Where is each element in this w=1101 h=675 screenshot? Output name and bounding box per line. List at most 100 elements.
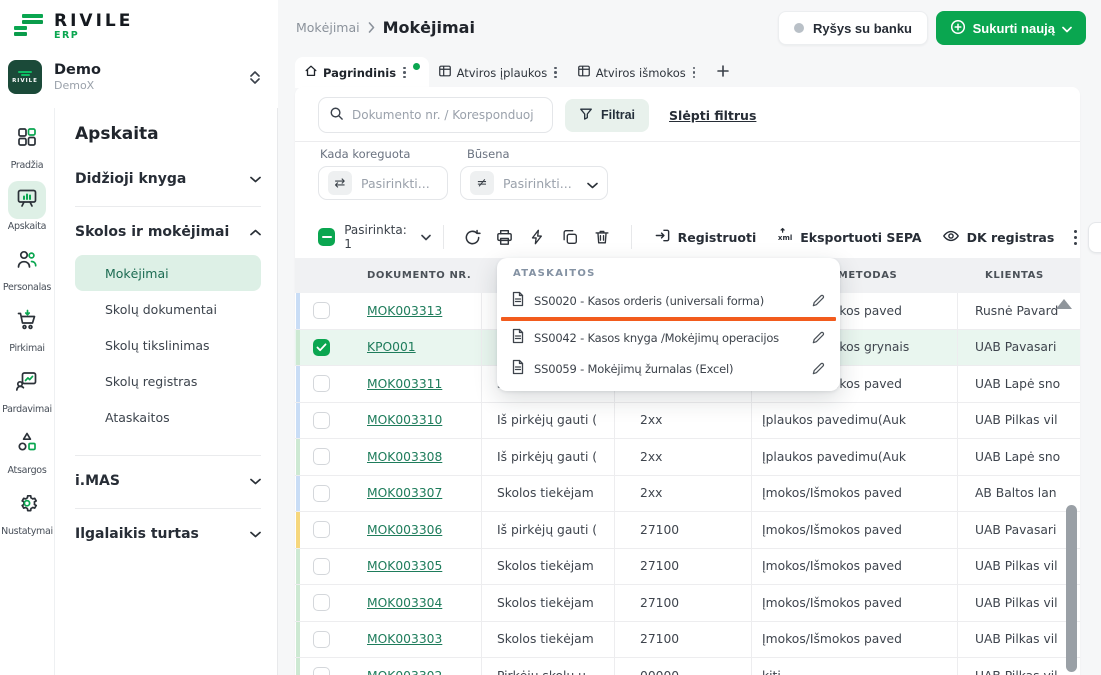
- delete-button[interactable]: [586, 222, 619, 252]
- tab-menu-icon[interactable]: [691, 67, 698, 79]
- edit-pencil-icon[interactable]: [811, 361, 826, 376]
- sidebar-group-ilgalaikis-turtas[interactable]: Ilgalaikis turtas: [75, 523, 261, 545]
- workspace-name: Demo: [54, 62, 250, 78]
- sidebar-item-ataskaitos[interactable]: Ataskaitos: [75, 399, 261, 435]
- method-cell: kiti: [752, 658, 958, 675]
- row-checkbox[interactable]: [313, 302, 330, 319]
- row-checkbox[interactable]: [313, 667, 330, 675]
- operation-cell: Skolos tiekėjam: [482, 622, 615, 658]
- row-checkbox[interactable]: [313, 448, 330, 465]
- document-link[interactable]: KPO001: [367, 340, 416, 354]
- operation-cell: Skolos tiekėjam: [482, 549, 615, 585]
- row-checkbox[interactable]: [313, 631, 330, 648]
- print-button[interactable]: [489, 222, 522, 252]
- filters-button[interactable]: Filtrai: [565, 99, 649, 132]
- reports-menu-title: ATASKAITOS: [497, 258, 840, 285]
- workspace-switch-icon: [250, 71, 260, 84]
- document-link[interactable]: MOK003305: [367, 559, 442, 573]
- sidebar-group-skolos[interactable]: Skolos ir mokėjimai: [75, 221, 261, 243]
- home-icon: [304, 64, 318, 81]
- select-all-checkbox[interactable]: [318, 228, 335, 246]
- document-link[interactable]: MOK003310: [367, 413, 442, 427]
- rail-item-personalas[interactable]: Personalas: [0, 242, 54, 293]
- rail-item-pardavimai[interactable]: Pardavimai: [0, 364, 54, 415]
- dashboard-icon: [15, 125, 39, 153]
- edit-pencil-icon[interactable]: [811, 330, 826, 345]
- dk-registras-button[interactable]: DK registras: [942, 227, 1055, 248]
- create-new-button[interactable]: Sukurti naują: [936, 11, 1086, 45]
- row-checkbox[interactable]: [313, 485, 330, 502]
- plus-icon: [716, 63, 730, 83]
- cart-icon: [15, 308, 39, 336]
- rail-item-pradzia[interactable]: Pradžia: [0, 120, 54, 171]
- sidebar-item-mokejimai[interactable]: Mokėjimai: [75, 255, 261, 291]
- add-tab-button[interactable]: [706, 57, 740, 88]
- row-checkbox[interactable]: [313, 339, 330, 356]
- bank-connection-button[interactable]: Ryšys su banku: [778, 11, 928, 45]
- sidebar-item-skolu-tikslinimas[interactable]: Skolų tikslinimas: [75, 327, 261, 363]
- report-item-ss0059[interactable]: SS0059 - Mokėjimų žurnalas (Excel): [497, 353, 840, 384]
- rail-item-atsargos[interactable]: Atsargos: [0, 425, 54, 476]
- rail-item-pirkimai[interactable]: Pirkimai: [0, 303, 54, 354]
- document-link[interactable]: MOK003304: [367, 596, 442, 610]
- row-checkbox[interactable]: [313, 412, 330, 429]
- tab-pagrindinis[interactable]: Pagrindinis: [295, 57, 429, 88]
- hide-filters-link[interactable]: Slėpti filtrus: [669, 108, 756, 123]
- header-client[interactable]: KLIENTAS: [958, 270, 1080, 281]
- chevron-down-icon[interactable]: [421, 234, 431, 241]
- document-link[interactable]: MOK003311: [367, 377, 442, 391]
- status-filter-select[interactable]: ≠ Pasirinkti...: [460, 166, 608, 200]
- sidebar-item-skolu-dokumentai[interactable]: Skolų dokumentai: [75, 291, 261, 327]
- row-status-stripe: [296, 512, 300, 548]
- active-report-indicator: [501, 317, 836, 321]
- toolbar-more-button[interactable]: [1064, 230, 1087, 245]
- search-input[interactable]: [352, 108, 542, 122]
- scroll-up-arrow[interactable]: [1056, 299, 1072, 309]
- document-link[interactable]: MOK003313: [367, 304, 442, 318]
- edge-overflow-button[interactable]: [1088, 222, 1101, 253]
- sidebar-group-imas[interactable]: i.MAS: [75, 470, 261, 492]
- sidebar-group-didzioji-knyga[interactable]: Didžioji knyga: [75, 168, 261, 190]
- row-status-stripe: [296, 549, 300, 585]
- rail-item-apskaita[interactable]: Apskaita: [0, 181, 54, 232]
- scrollbar-thumb[interactable]: [1066, 505, 1077, 672]
- sidebar-item-skolu-registras[interactable]: Skolų registras: [75, 363, 261, 399]
- table-row: MOK003308 Iš pirkėjų gauti ( 2xx Įplauko…: [295, 439, 1080, 476]
- status-filter-label: Būsena: [467, 147, 510, 161]
- export-sepa-button[interactable]: xml Eksportuoti SEPA: [776, 227, 921, 247]
- document-link[interactable]: MOK003306: [367, 523, 442, 537]
- breadcrumb-parent[interactable]: Mokėjimai: [296, 20, 360, 35]
- tab-atviros-ismokos[interactable]: Atviros išmokos: [568, 57, 707, 88]
- report-item-ss0020[interactable]: SS0020 - Kasos orderis (universali forma…: [497, 285, 840, 316]
- report-item-ss0042[interactable]: SS0042 - Kasos knyga /Mokėjimų operacijo…: [497, 322, 840, 353]
- client-cell: UAB Lapė sno: [958, 366, 1080, 402]
- register-button[interactable]: Registruoti: [654, 227, 757, 247]
- document-link[interactable]: MOK003303: [367, 632, 442, 646]
- tab-menu-icon[interactable]: [552, 67, 559, 79]
- date-filter-select[interactable]: ⇄ Pasirinkti...: [318, 166, 448, 200]
- row-checkbox[interactable]: [313, 375, 330, 392]
- tab-atviros-iplaukos[interactable]: Atviros įplaukos: [429, 57, 568, 88]
- divider: [75, 508, 261, 509]
- workspace-selector[interactable]: RIVILE Demo DemoX: [8, 56, 270, 98]
- tab-menu-icon[interactable]: [401, 67, 408, 79]
- copy-button[interactable]: [554, 222, 587, 252]
- header-document[interactable]: DOKUMENTO NR.: [340, 270, 482, 281]
- lightning-button[interactable]: [521, 222, 554, 252]
- edit-pencil-icon[interactable]: [811, 293, 826, 308]
- divider: [75, 455, 261, 456]
- table-row: MOK003306 Iš pirkėjų gauti ( 27100 Įmoko…: [295, 512, 1080, 549]
- refresh-button[interactable]: [456, 222, 489, 252]
- row-checkbox[interactable]: [313, 521, 330, 538]
- operation-cell: Iš pirkėjų gauti (: [482, 403, 615, 439]
- chevron-down-icon: [250, 478, 261, 485]
- code-cell: 27100: [615, 585, 752, 621]
- table-row: MOK003302 Pirkėjų skolų u 00000 kiti UAB…: [295, 658, 1080, 675]
- row-checkbox[interactable]: [313, 594, 330, 611]
- document-link[interactable]: MOK003302: [367, 669, 442, 675]
- document-link[interactable]: MOK003308: [367, 450, 442, 464]
- document-link[interactable]: MOK003307: [367, 486, 442, 500]
- rail-item-nustatymai[interactable]: Nustatymai: [0, 486, 54, 537]
- not-equal-icon: ≠: [470, 171, 494, 195]
- row-checkbox[interactable]: [313, 558, 330, 575]
